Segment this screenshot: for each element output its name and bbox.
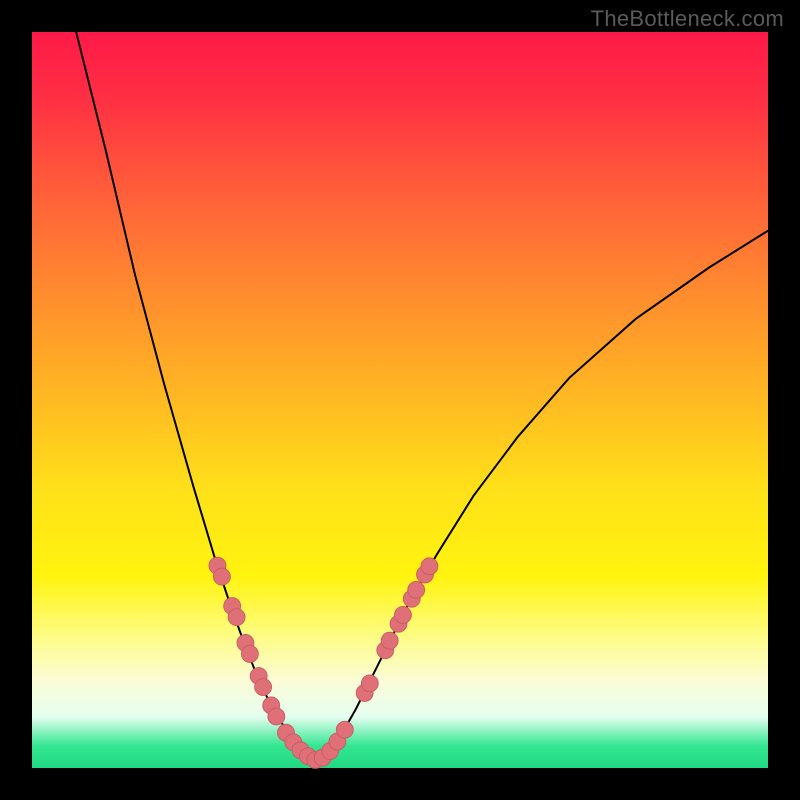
data-bead <box>268 708 285 725</box>
bead-group <box>209 557 438 768</box>
data-bead <box>394 606 411 623</box>
data-bead <box>336 721 353 738</box>
data-bead <box>408 581 425 598</box>
watermark-text: TheBottleneck.com <box>591 6 784 32</box>
data-bead <box>361 675 378 692</box>
chart-frame: TheBottleneck.com <box>0 0 800 800</box>
curve-group <box>76 32 768 761</box>
plot-area <box>32 32 768 768</box>
data-bead <box>213 568 230 585</box>
data-bead <box>381 632 398 649</box>
data-bead <box>421 558 438 575</box>
data-bead <box>241 645 258 662</box>
data-bead <box>228 609 245 626</box>
data-bead <box>255 679 272 696</box>
curve-right-curve <box>315 231 768 761</box>
chart-svg <box>32 32 768 768</box>
curve-left-curve <box>76 32 315 761</box>
